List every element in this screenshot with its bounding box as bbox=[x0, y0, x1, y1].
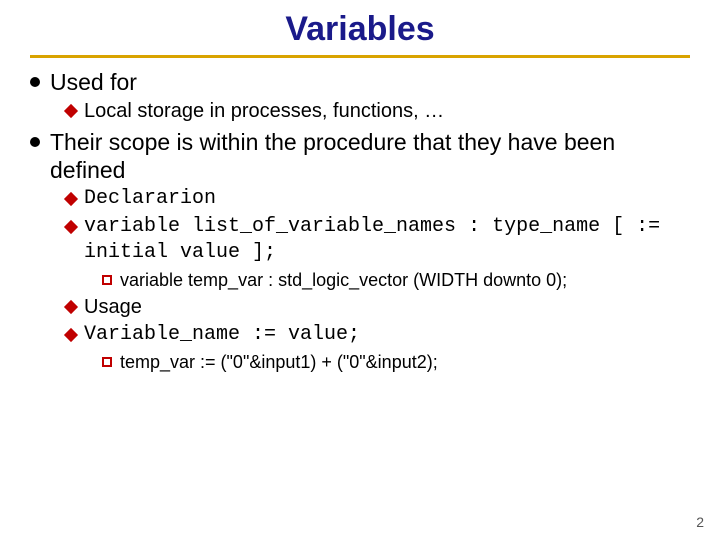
list-item: temp_var := ("0"&input1) + ("0"&input2); bbox=[102, 350, 690, 374]
list-item: Local storage in processes, functions, … bbox=[66, 98, 690, 124]
list-item-text: Usage bbox=[84, 294, 142, 320]
diamond-bullet-icon bbox=[64, 328, 78, 342]
list-item-text: Their scope is within the procedure that… bbox=[50, 128, 690, 184]
diamond-bullet-icon bbox=[64, 300, 78, 314]
list-item: variable list_of_variable_names : type_n… bbox=[66, 214, 690, 266]
slide-title: Variables bbox=[30, 10, 690, 49]
list-item-text: variable temp_var : std_logic_vector (WI… bbox=[120, 268, 567, 292]
list-item-text: Declararion bbox=[84, 186, 216, 212]
list-item-text: Used for bbox=[50, 68, 137, 96]
slide-body: Used forLocal storage in processes, func… bbox=[30, 68, 690, 374]
list-item-text: temp_var := ("0"&input1) + ("0"&input2); bbox=[120, 350, 438, 374]
list-item: Variable_name := value; bbox=[66, 322, 690, 348]
list-item: Declararion bbox=[66, 186, 690, 212]
square-bullet-icon bbox=[102, 357, 112, 367]
list-item-text: Local storage in processes, functions, … bbox=[84, 98, 444, 124]
list-item-text: Variable_name := value; bbox=[84, 322, 360, 348]
title-divider bbox=[30, 55, 690, 58]
list-item-text: variable list_of_variable_names : type_n… bbox=[84, 214, 690, 266]
square-bullet-icon bbox=[102, 275, 112, 285]
list-item: Usage bbox=[66, 294, 690, 320]
page-number: 2 bbox=[696, 514, 704, 530]
diamond-bullet-icon bbox=[64, 104, 78, 118]
list-item: Used for bbox=[30, 68, 690, 96]
disc-bullet-icon bbox=[30, 77, 40, 87]
diamond-bullet-icon bbox=[64, 192, 78, 206]
diamond-bullet-icon bbox=[64, 220, 78, 234]
disc-bullet-icon bbox=[30, 137, 40, 147]
list-item: Their scope is within the procedure that… bbox=[30, 128, 690, 184]
list-item: variable temp_var : std_logic_vector (WI… bbox=[102, 268, 690, 292]
